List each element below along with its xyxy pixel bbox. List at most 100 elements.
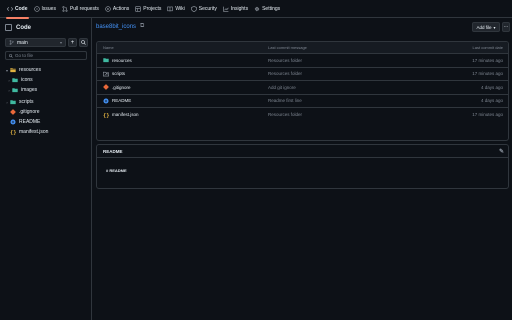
graph-icon	[223, 6, 229, 12]
tab-actions[interactable]: Actions	[102, 0, 132, 18]
tab-settings[interactable]: Settings	[251, 0, 283, 18]
commit-message[interactable]: Add git ignore	[268, 81, 296, 94]
file-name[interactable]: resources	[112, 58, 132, 63]
branch-icon	[9, 40, 14, 45]
file-name-cell[interactable]: resources	[103, 54, 132, 67]
tab-wiki[interactable]: Wiki	[164, 0, 187, 18]
file-name-cell[interactable]: .gitignore	[103, 81, 131, 94]
gitignore-file-icon	[103, 84, 109, 90]
gitignore-file-icon	[10, 109, 16, 115]
folder-icon	[12, 77, 18, 83]
table-row[interactable]: .gitignore Add git ignore 4 days ago	[97, 81, 508, 95]
more-options-button[interactable]: ···	[502, 22, 510, 32]
folder-icon	[103, 57, 109, 63]
table-icon	[135, 5, 141, 12]
tab-pull-requests[interactable]: Pull requests	[59, 0, 102, 18]
folder-icon	[10, 67, 16, 73]
tree-item[interactable]: .gitignore	[0, 108, 91, 117]
add-file-button[interactable]: Add file ▾	[472, 22, 500, 32]
table-row[interactable]: scripts Resources folder 17 minutes ago	[97, 68, 508, 81]
tab-security[interactable]: Security	[188, 0, 220, 18]
sidebar-toggle-icon[interactable]	[5, 24, 12, 31]
file-name-cell[interactable]: README	[103, 95, 131, 108]
plus-icon: +	[70, 39, 75, 46]
readme-title: README	[103, 148, 123, 154]
tree-item-label: icons	[21, 77, 33, 83]
sidebar-header: Code	[5, 24, 31, 31]
repo-main: base8bit_icons ⧉ Add file ▾ ··· Name Las…	[93, 18, 512, 320]
repo-name[interactable]: base8bit_icons	[96, 24, 136, 30]
branch-selector[interactable]: main ▾	[5, 38, 66, 47]
tree-item[interactable]: README	[0, 118, 91, 127]
table-row[interactable]: README Readme first line 4 days ago	[97, 95, 508, 108]
search-icon	[81, 40, 86, 45]
json-file-icon: {}	[10, 129, 16, 135]
issue-icon	[33, 5, 40, 12]
commit-message[interactable]: Resources folder	[268, 108, 302, 122]
book-icon	[167, 6, 174, 12]
folder-icon	[103, 71, 109, 77]
tree-item-label: .gitignore	[19, 109, 40, 115]
table-row[interactable]: {} manifest.json Resources folder 17 minute…	[97, 108, 508, 122]
file-name[interactable]: .gitignore	[112, 85, 131, 90]
tab-projects[interactable]: Projects	[132, 0, 164, 18]
commit-date: 4 days ago	[480, 98, 503, 104]
folder-icon	[12, 87, 18, 93]
tab-label: Pull requests	[69, 5, 99, 12]
go-to-file-search[interactable]	[5, 51, 87, 60]
book-icon	[103, 98, 109, 104]
tab-issues[interactable]: Issues	[31, 0, 59, 18]
commit-message[interactable]: Readme first line	[268, 95, 302, 108]
commit-date: 4 days ago	[480, 84, 503, 90]
file-name[interactable]: scripts	[112, 71, 125, 76]
pencil-icon[interactable]: ✎	[499, 148, 504, 155]
tree-item[interactable]: {} manifest.json	[0, 128, 91, 137]
book-icon	[10, 119, 16, 125]
commit-date: 17 minutes ago	[472, 57, 503, 63]
tab-label: Security	[198, 5, 217, 12]
add-file-tree-button[interactable]: +	[68, 38, 77, 47]
chevron-down-icon: ▾	[493, 24, 496, 30]
commit-message[interactable]: Resources folder	[268, 68, 302, 81]
file-table: Name Last commit message Last commit dat…	[96, 41, 509, 141]
file-name-cell[interactable]: scripts	[103, 68, 125, 81]
play-icon	[105, 5, 111, 12]
folder-icon	[10, 99, 16, 105]
tree-item[interactable]: ▾ resources	[0, 66, 91, 75]
repo-header: base8bit_icons ⧉	[96, 23, 144, 30]
readme-header: README ✎	[97, 145, 508, 158]
tree-item-label: README	[19, 119, 41, 125]
tab-code[interactable]: Code	[4, 0, 31, 19]
tab-label: Settings	[262, 5, 281, 12]
file-name[interactable]: README	[112, 98, 131, 103]
tab-label: Wiki	[175, 5, 185, 12]
tab-label: Insights	[230, 5, 249, 12]
sidebar-title: Code	[16, 24, 31, 31]
tree-item-label: manifest.json	[19, 129, 49, 135]
svg-text:{}: {}	[10, 130, 16, 135]
gear-icon	[254, 6, 260, 12]
tab-insights[interactable]: Insights	[220, 0, 251, 18]
tree-item-label: images	[21, 87, 38, 93]
search-icon	[9, 53, 13, 58]
repo-nav: Code Issues Pull requests Actions Projects Wi…	[0, 0, 512, 19]
commit-date: 17 minutes ago	[472, 112, 503, 118]
copy-icon[interactable]: ⧉	[140, 23, 144, 30]
commit-message[interactable]: Resources folder	[268, 54, 302, 67]
readme-panel: README ✎ # README	[96, 144, 509, 189]
header-commit: Last commit message	[268, 45, 307, 50]
tree-item-label: resources	[19, 67, 41, 73]
go-to-file-input[interactable]	[15, 53, 75, 58]
file-tree-sidebar: Code main ▾ + ▾resources›icons›images ›sc…	[0, 18, 92, 320]
tree-item[interactable]: › images	[0, 86, 91, 95]
tree-item-label: scripts	[19, 99, 34, 105]
svg-text:{}: {}	[103, 113, 109, 118]
tree-item[interactable]: › scripts	[0, 98, 91, 107]
tree-item[interactable]: › icons	[0, 76, 91, 85]
search-tree-button[interactable]	[79, 38, 88, 47]
table-row[interactable]: resources Resources folder 17 minutes ago	[97, 54, 508, 68]
file-name[interactable]: manifest.json	[112, 112, 139, 117]
pull-request-icon	[62, 5, 68, 12]
file-name-cell[interactable]: {} manifest.json	[103, 108, 139, 122]
tab-label: Projects	[143, 5, 162, 12]
